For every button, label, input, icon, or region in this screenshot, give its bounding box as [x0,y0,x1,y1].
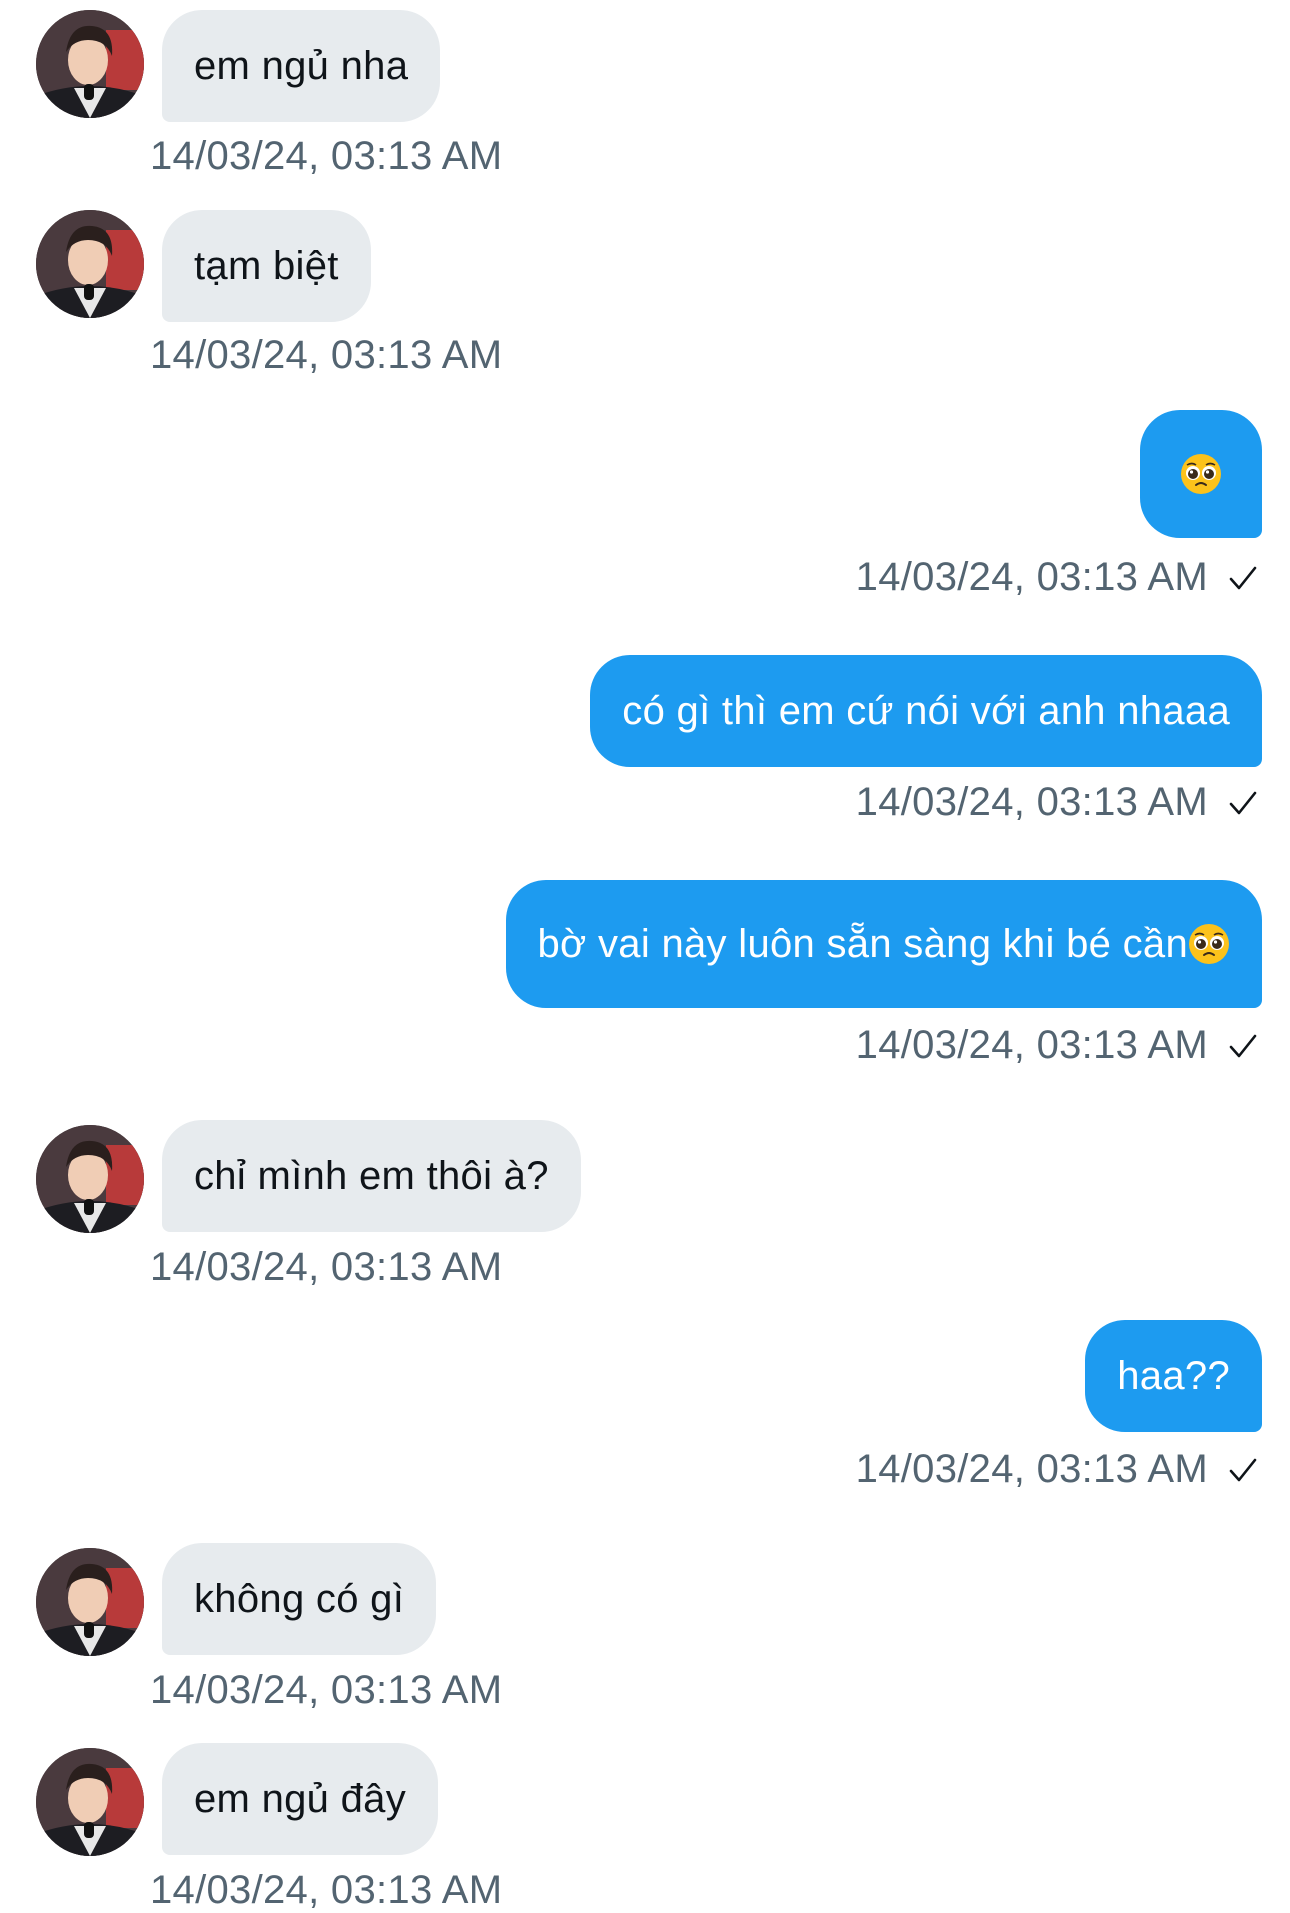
message-timestamp: 14/03/24, 03:13 AM [856,555,1260,600]
avatar-image [36,210,144,318]
avatar[interactable] [36,1748,144,1856]
check-icon [1229,791,1257,814]
pleading-face-icon [1181,454,1221,494]
timestamp-text: 14/03/24, 03:13 AM [855,555,1208,599]
message-bubble[interactable]: tạm biệt [162,210,371,322]
message-bubble[interactable]: em ngủ nha [162,10,441,122]
message-timestamp: 14/03/24, 03:13 AM [150,134,503,178]
avatar-image [36,1748,144,1856]
message-text: không có gì [194,1576,405,1621]
message-text: em ngủ nha [194,43,409,88]
avatar[interactable] [36,210,144,318]
message-bubble[interactable]: chỉ mình em thôi à? [162,1120,581,1232]
message-timestamp: 14/03/24, 03:13 AM [150,333,503,377]
avatar[interactable] [36,1548,144,1656]
message-text: em ngủ đây [194,1776,407,1821]
message-timestamp: 14/03/24, 03:13 AM [856,1023,1260,1068]
message-bubble[interactable]: bờ vai này luôn sẵn sàng khi bé cần [505,880,1262,1008]
check-icon [1229,1034,1257,1057]
avatar-image [36,1548,144,1656]
check-icon [1229,566,1257,589]
avatar-image [36,1125,144,1233]
check-icon [1229,1458,1257,1481]
message-text: haa?? [1117,1353,1230,1398]
timestamp-text: 14/03/24, 03:13 AM [855,1023,1208,1067]
timestamp-text: 14/03/24, 03:13 AM [855,1447,1208,1491]
message-bubble[interactable] [1140,410,1262,538]
message-bubble[interactable]: em ngủ đây [162,1743,439,1855]
message-bubble[interactable]: không có gì [162,1543,437,1655]
message-text: tạm biệt [194,243,339,288]
message-timestamp: 14/03/24, 03:13 AM [150,1868,503,1912]
message-text: có gì thì em cứ nói với anh nhaaa [622,688,1230,733]
message-timestamp: 14/03/24, 03:13 AM [150,1245,503,1289]
avatar[interactable] [36,1125,144,1233]
message-bubble[interactable]: haa?? [1085,1320,1262,1432]
message-timestamp: 14/03/24, 03:13 AM [856,780,1260,825]
avatar-image [36,10,144,118]
timestamp-text: 14/03/24, 03:13 AM [855,780,1208,824]
message-timestamp: 14/03/24, 03:13 AM [150,1668,503,1712]
message-text: bờ vai này luôn sẵn sàng khi bé cần [537,921,1188,966]
message-text: chỉ mình em thôi à? [194,1153,549,1198]
message-timestamp: 14/03/24, 03:13 AM [856,1447,1260,1492]
avatar[interactable] [36,10,144,118]
pleading-face-icon [1189,924,1229,964]
message-bubble[interactable]: có gì thì em cứ nói với anh nhaaa [590,655,1262,767]
